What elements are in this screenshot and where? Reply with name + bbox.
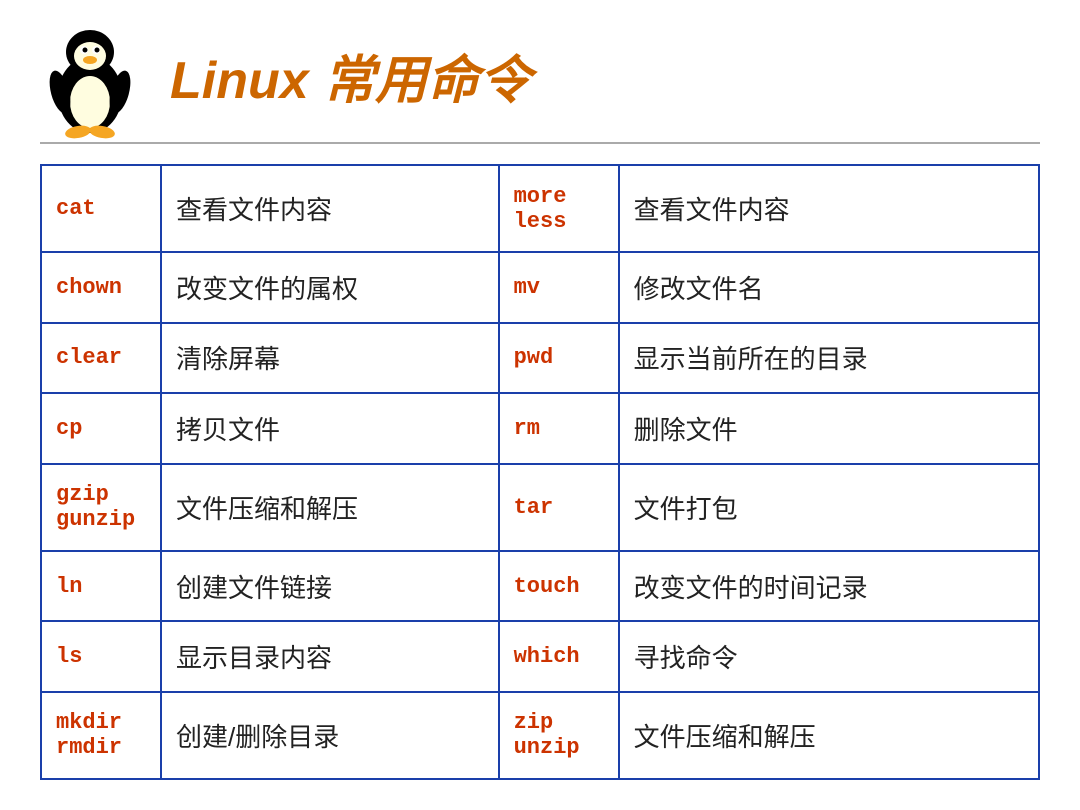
description-1: 显示目录内容 — [161, 621, 499, 692]
description-2: 显示当前所在的目录 — [619, 323, 1039, 394]
command-1: cp — [41, 393, 161, 464]
description-1: 文件压缩和解压 — [161, 464, 499, 551]
header: Linux 常用命令 — [40, 20, 1040, 144]
tux-logo — [40, 20, 150, 130]
command-1: gzip gunzip — [41, 464, 161, 551]
command-2: tar — [499, 464, 619, 551]
description-1: 清除屏幕 — [161, 323, 499, 394]
command-1: cat — [41, 165, 161, 252]
command-2: more less — [499, 165, 619, 252]
command-1: chown — [41, 252, 161, 323]
description-2: 文件打包 — [619, 464, 1039, 551]
description-2: 寻找命令 — [619, 621, 1039, 692]
table-row: mkdir rmdir创建/删除目录zip unzip文件压缩和解压 — [41, 692, 1039, 779]
command-1: clear — [41, 323, 161, 394]
command-1: mkdir rmdir — [41, 692, 161, 779]
table-row: cp拷贝文件rm删除文件 — [41, 393, 1039, 464]
table-row: gzip gunzip文件压缩和解压tar文件打包 — [41, 464, 1039, 551]
table-row: chown改变文件的属权mv修改文件名 — [41, 252, 1039, 323]
table-row: cat查看文件内容more less查看文件内容 — [41, 165, 1039, 252]
table-row: ls显示目录内容which寻找命令 — [41, 621, 1039, 692]
description-1: 改变文件的属权 — [161, 252, 499, 323]
description-2: 删除文件 — [619, 393, 1039, 464]
command-2: mv — [499, 252, 619, 323]
command-2: pwd — [499, 323, 619, 394]
command-1: ls — [41, 621, 161, 692]
commands-table: cat查看文件内容more less查看文件内容chown改变文件的属权mv修改… — [40, 164, 1040, 780]
description-2: 修改文件名 — [619, 252, 1039, 323]
command-2: touch — [499, 551, 619, 622]
description-2: 查看文件内容 — [619, 165, 1039, 252]
command-1: ln — [41, 551, 161, 622]
description-1: 拷贝文件 — [161, 393, 499, 464]
description-2: 改变文件的时间记录 — [619, 551, 1039, 622]
table-row: ln创建文件链接touch改变文件的时间记录 — [41, 551, 1039, 622]
command-2: which — [499, 621, 619, 692]
table-row: clear清除屏幕pwd显示当前所在的目录 — [41, 323, 1039, 394]
description-2: 文件压缩和解压 — [619, 692, 1039, 779]
slide: Linux 常用命令 cat查看文件内容more less查看文件内容chown… — [0, 0, 1080, 810]
description-1: 创建/删除目录 — [161, 692, 499, 779]
description-1: 查看文件内容 — [161, 165, 499, 252]
command-2: zip unzip — [499, 692, 619, 779]
page-title: Linux 常用命令 — [170, 38, 531, 113]
command-2: rm — [499, 393, 619, 464]
description-1: 创建文件链接 — [161, 551, 499, 622]
